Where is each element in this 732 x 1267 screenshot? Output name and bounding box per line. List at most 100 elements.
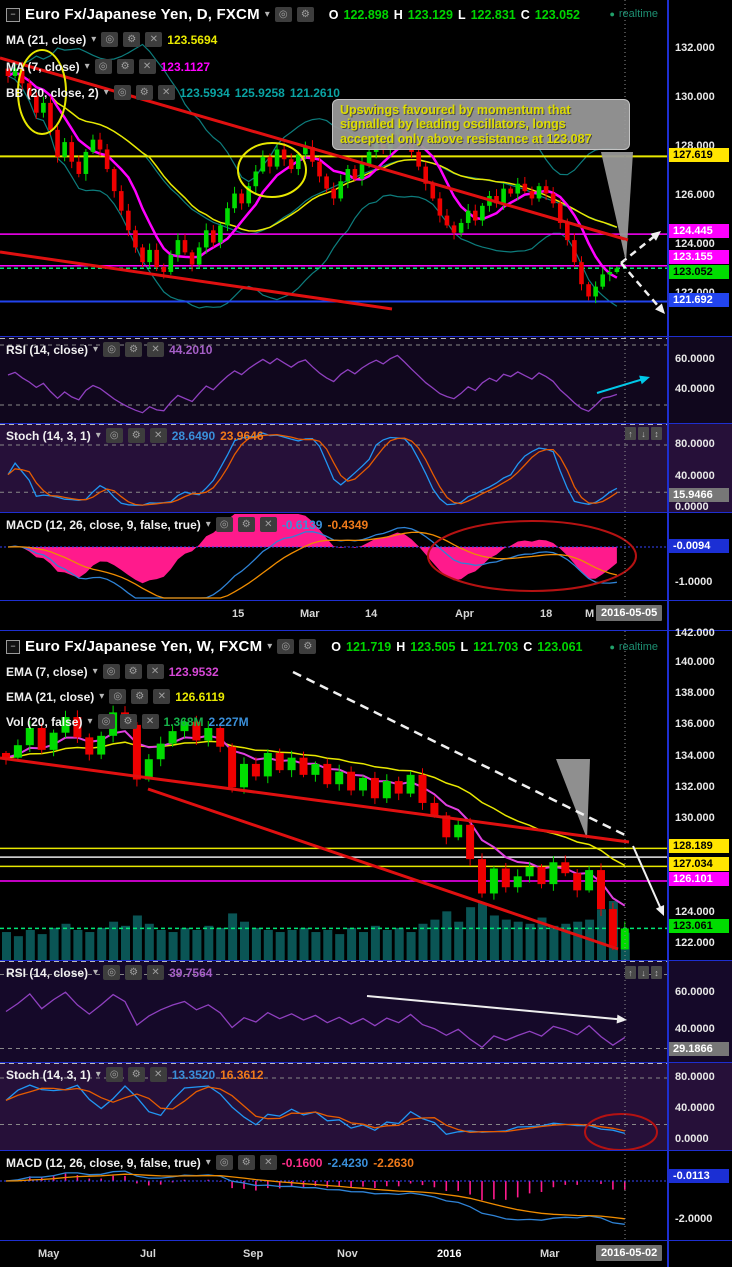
eye-icon[interactable]: ◎ bbox=[103, 965, 121, 980]
chevron-down-icon[interactable]: ▾ bbox=[93, 967, 98, 978]
eye-icon[interactable]: ◎ bbox=[113, 85, 131, 100]
eye-icon[interactable]: ◎ bbox=[277, 639, 295, 654]
bb-label[interactable]: BB (20, close, 2) bbox=[6, 86, 99, 100]
close-icon[interactable]: ✕ bbox=[145, 32, 163, 47]
weekly-macd-pane[interactable]: MACD (12, 26, close, 9, false, true) ▾ ◎… bbox=[0, 1150, 732, 1240]
close-icon[interactable]: ✕ bbox=[149, 1067, 167, 1082]
pane-down-icon[interactable]: ↓ bbox=[638, 966, 649, 979]
daily-time-axis[interactable]: 15 Mar 14 Apr 18 M 2016-05-05 bbox=[0, 600, 732, 631]
vol-label[interactable]: Vol (20, false) bbox=[6, 715, 82, 729]
pane-separator[interactable] bbox=[0, 512, 732, 513]
pane-separator[interactable] bbox=[0, 1150, 732, 1151]
chevron-down-icon[interactable]: ▾ bbox=[267, 641, 272, 652]
close-icon[interactable]: ✕ bbox=[149, 428, 167, 443]
chevron-down-icon[interactable]: ▾ bbox=[99, 691, 104, 702]
price-label: 123.052 bbox=[669, 265, 729, 279]
eye-icon[interactable]: ◎ bbox=[97, 714, 115, 729]
gear-icon[interactable]: ⚙ bbox=[127, 1067, 145, 1082]
eye-icon[interactable]: ◎ bbox=[215, 517, 233, 532]
daily-stoch-pane[interactable]: Stoch (14, 3, 1) ▾ ◎ ⚙ ✕ 28.6490 23.9646… bbox=[0, 423, 732, 512]
chevron-down-icon[interactable]: ▾ bbox=[265, 9, 270, 20]
eye-icon[interactable]: ◎ bbox=[215, 1155, 233, 1170]
gear-icon[interactable]: ⚙ bbox=[299, 639, 317, 654]
daily-chart-title[interactable]: Euro Fx/Japanese Yen, D, FXCM bbox=[25, 6, 260, 23]
gear-icon[interactable]: ⚙ bbox=[237, 1155, 255, 1170]
eye-icon[interactable]: ◎ bbox=[103, 342, 121, 357]
weekly-stoch-pane[interactable]: Stoch (14, 3, 1) ▾ ◎ ⚙ ✕ 13.3520 16.3612 bbox=[0, 1062, 732, 1150]
stoch-label[interactable]: Stoch (14, 3, 1) bbox=[6, 1068, 91, 1082]
close-icon[interactable]: ✕ bbox=[259, 517, 277, 532]
close-icon[interactable]: ✕ bbox=[259, 1155, 277, 1170]
daily-annotation-note[interactable]: Upswings favoured by momentum that signa… bbox=[332, 99, 630, 150]
gear-icon[interactable]: ⚙ bbox=[237, 517, 255, 532]
pane-separator[interactable] bbox=[0, 423, 732, 424]
rsi-label[interactable]: RSI (14, close) bbox=[6, 966, 88, 980]
chevron-down-icon[interactable]: ▾ bbox=[85, 61, 90, 72]
eye-icon[interactable]: ◎ bbox=[105, 428, 123, 443]
pane-separator[interactable] bbox=[0, 336, 732, 337]
gear-icon[interactable]: ⚙ bbox=[125, 965, 143, 980]
gear-icon[interactable]: ⚙ bbox=[135, 85, 153, 100]
chevron-down-icon[interactable]: ▾ bbox=[104, 87, 109, 98]
pane-up-icon[interactable]: ↑ bbox=[625, 966, 636, 979]
weekly-price-pane[interactable]: − Euro Fx/Japanese Yen, W, FXCM ▾ ◎ ⚙ O1… bbox=[0, 630, 732, 961]
close-icon[interactable]: ✕ bbox=[157, 85, 175, 100]
chevron-down-icon[interactable]: ▾ bbox=[87, 716, 92, 727]
pane-separator[interactable] bbox=[0, 960, 732, 961]
collapse-icon[interactable]: − bbox=[6, 7, 20, 22]
collapse-icon[interactable]: − bbox=[6, 639, 20, 654]
gear-icon[interactable]: ⚙ bbox=[124, 664, 142, 679]
daily-price-chart[interactable] bbox=[0, 0, 667, 337]
chevron-down-icon[interactable]: ▾ bbox=[93, 666, 98, 677]
pane-separator[interactable] bbox=[0, 1062, 732, 1063]
indicator-row-rsi: RSI (14, close) ▾ ◎ ⚙ ✕ 44.2010 bbox=[6, 342, 212, 357]
daily-macd-pane[interactable]: MACD (12, 26, close, 9, false, true) ▾ ◎… bbox=[0, 512, 732, 600]
gear-icon[interactable]: ⚙ bbox=[296, 7, 314, 22]
chevron-down-icon[interactable]: ▾ bbox=[206, 519, 211, 530]
close-icon[interactable]: ✕ bbox=[141, 714, 159, 729]
pane-resize-icon[interactable]: ↕ bbox=[651, 427, 662, 440]
ma7-label[interactable]: MA (7, close) bbox=[6, 60, 80, 74]
price-axis[interactable]: 132.000130.000128.000126.000124.000122.0… bbox=[667, 0, 732, 1267]
gear-icon[interactable]: ⚙ bbox=[119, 714, 137, 729]
pane-up-icon[interactable]: ↑ bbox=[625, 427, 636, 440]
chevron-down-icon[interactable]: ▾ bbox=[206, 1157, 211, 1168]
chevron-down-icon[interactable]: ▾ bbox=[96, 1069, 101, 1080]
time-tick: Mar bbox=[300, 608, 320, 620]
daily-rsi-pane[interactable]: RSI (14, close) ▾ ◎ ⚙ ✕ 44.2010 bbox=[0, 337, 732, 423]
chevron-down-icon[interactable]: ▾ bbox=[93, 344, 98, 355]
ma21-label[interactable]: MA (21, close) bbox=[6, 33, 86, 47]
eye-icon[interactable]: ◎ bbox=[102, 664, 120, 679]
gear-icon[interactable]: ⚙ bbox=[127, 428, 145, 443]
eye-icon[interactable]: ◎ bbox=[105, 1067, 123, 1082]
eye-icon[interactable]: ◎ bbox=[274, 7, 292, 22]
stoch-label[interactable]: Stoch (14, 3, 1) bbox=[6, 429, 91, 443]
eye-icon[interactable]: ◎ bbox=[109, 689, 127, 704]
weekly-price-chart[interactable] bbox=[0, 631, 667, 961]
macd-label[interactable]: MACD (12, 26, close, 9, false, true) bbox=[6, 518, 201, 532]
ema21-label[interactable]: EMA (21, close) bbox=[6, 690, 94, 704]
pane-resize-icon[interactable]: ↕ bbox=[651, 966, 662, 979]
gear-icon[interactable]: ⚙ bbox=[131, 689, 149, 704]
weekly-chart-title[interactable]: Euro Fx/Japanese Yen, W, FXCM bbox=[25, 638, 262, 655]
ema7-label[interactable]: EMA (7, close) bbox=[6, 665, 88, 679]
rsi-label[interactable]: RSI (14, close) bbox=[6, 343, 88, 357]
close-icon[interactable]: ✕ bbox=[138, 59, 156, 74]
weekly-rsi-pane[interactable]: RSI (14, close) ▾ ◎ ⚙ ✕ 39.7564 ↑ ↓ ↕ bbox=[0, 960, 732, 1062]
close-icon[interactable]: ✕ bbox=[153, 689, 171, 704]
eye-icon[interactable]: ◎ bbox=[94, 59, 112, 74]
eye-icon[interactable]: ◎ bbox=[101, 32, 119, 47]
daily-price-pane[interactable]: − Euro Fx/Japanese Yen, D, FXCM ▾ ◎ ⚙ O1… bbox=[0, 0, 732, 337]
pane-down-icon[interactable]: ↓ bbox=[638, 427, 649, 440]
close-icon[interactable]: ✕ bbox=[147, 342, 165, 357]
close-icon[interactable]: ✕ bbox=[147, 965, 165, 980]
gear-icon[interactable]: ⚙ bbox=[123, 32, 141, 47]
macd-label[interactable]: MACD (12, 26, close, 9, false, true) bbox=[6, 1156, 201, 1170]
weekly-time-axis[interactable]: May Jul Sep Nov 2016 Mar 2016-05-02 bbox=[0, 1240, 732, 1267]
gear-icon[interactable]: ⚙ bbox=[125, 342, 143, 357]
gear-icon[interactable]: ⚙ bbox=[116, 59, 134, 74]
chevron-down-icon[interactable]: ▾ bbox=[91, 34, 96, 45]
stoch-k-value: 28.6490 bbox=[171, 428, 216, 443]
chevron-down-icon[interactable]: ▾ bbox=[96, 430, 101, 441]
close-icon[interactable]: ✕ bbox=[146, 664, 164, 679]
